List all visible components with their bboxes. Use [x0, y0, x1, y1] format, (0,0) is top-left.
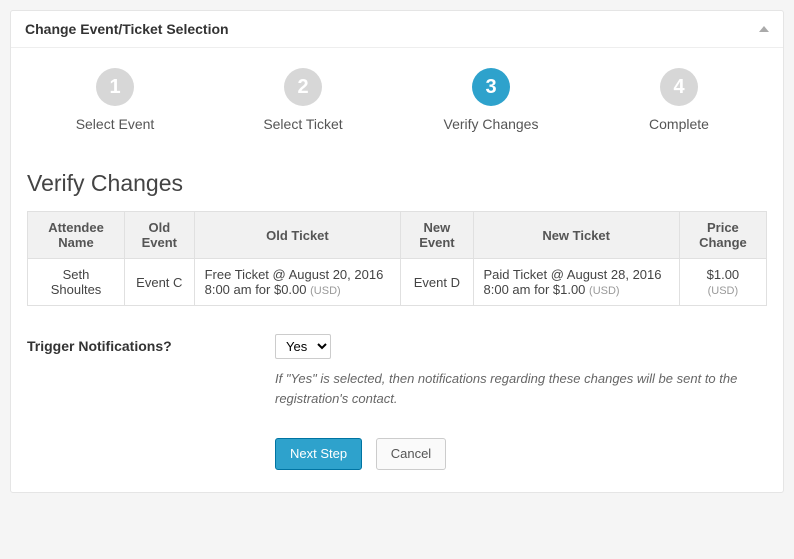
- old-ticket-text: Free Ticket @ August 20, 2016 8:00 am fo…: [205, 267, 384, 297]
- th-new-event: New Event: [401, 212, 473, 259]
- step-label-2: Select Ticket: [209, 116, 397, 132]
- table-header-row: Attendee Name Old Event Old Ticket New E…: [28, 212, 767, 259]
- trigger-notifications-row: Trigger Notifications? YesNo If "Yes" is…: [27, 334, 767, 408]
- price-change-text: $1.00: [707, 267, 740, 282]
- panel-title: Change Event/Ticket Selection: [25, 21, 229, 37]
- step-indicator: 1 Select Event 2 Select Ticket 3 Verify …: [11, 48, 783, 142]
- step-circle-1: 1: [96, 68, 134, 106]
- trigger-notifications-help: If "Yes" is selected, then notifications…: [275, 369, 755, 408]
- cell-price-change: $1.00 (USD): [679, 259, 766, 306]
- trigger-notifications-field: YesNo If "Yes" is selected, then notific…: [275, 334, 767, 408]
- panel-content: Verify Changes Attendee Name Old Event O…: [11, 142, 783, 492]
- th-old-ticket: Old Ticket: [194, 212, 401, 259]
- step-circle-3: 3: [472, 68, 510, 106]
- cell-new-ticket: Paid Ticket @ August 28, 2016 8:00 am fo…: [473, 259, 679, 306]
- trigger-notifications-select[interactable]: YesNo: [275, 334, 331, 359]
- step-label-3: Verify Changes: [397, 116, 585, 132]
- new-ticket-text: Paid Ticket @ August 28, 2016 8:00 am fo…: [484, 267, 662, 297]
- step-label-1: Select Event: [21, 116, 209, 132]
- step-select-ticket: 2 Select Ticket: [209, 68, 397, 132]
- step-verify-changes: 3 Verify Changes: [397, 68, 585, 132]
- old-ticket-currency: (USD): [310, 285, 341, 297]
- step-circle-4: 4: [660, 68, 698, 106]
- th-new-ticket: New Ticket: [473, 212, 679, 259]
- th-attendee: Attendee Name: [28, 212, 125, 259]
- cell-new-event: Event D: [401, 259, 473, 306]
- th-old-event: Old Event: [125, 212, 195, 259]
- section-title: Verify Changes: [27, 170, 767, 197]
- cell-old-event: Event C: [125, 259, 195, 306]
- trigger-notifications-label: Trigger Notifications?: [27, 334, 275, 354]
- cancel-button[interactable]: Cancel: [376, 438, 446, 470]
- panel-header[interactable]: Change Event/Ticket Selection: [11, 11, 783, 48]
- price-change-currency: (USD): [708, 285, 739, 297]
- new-ticket-currency: (USD): [589, 285, 620, 297]
- th-price-change: Price Change: [679, 212, 766, 259]
- verify-changes-table: Attendee Name Old Event Old Ticket New E…: [27, 211, 767, 306]
- step-select-event: 1 Select Event: [21, 68, 209, 132]
- collapse-icon[interactable]: [759, 26, 769, 32]
- cell-old-ticket: Free Ticket @ August 20, 2016 8:00 am fo…: [194, 259, 401, 306]
- cell-attendee: Seth Shoultes: [28, 259, 125, 306]
- next-step-button[interactable]: Next Step: [275, 438, 362, 470]
- change-event-ticket-panel: Change Event/Ticket Selection 1 Select E…: [10, 10, 784, 493]
- action-buttons: Next Step Cancel: [275, 438, 767, 470]
- step-label-4: Complete: [585, 116, 773, 132]
- step-circle-2: 2: [284, 68, 322, 106]
- step-complete: 4 Complete: [585, 68, 773, 132]
- table-row: Seth Shoultes Event C Free Ticket @ Augu…: [28, 259, 767, 306]
